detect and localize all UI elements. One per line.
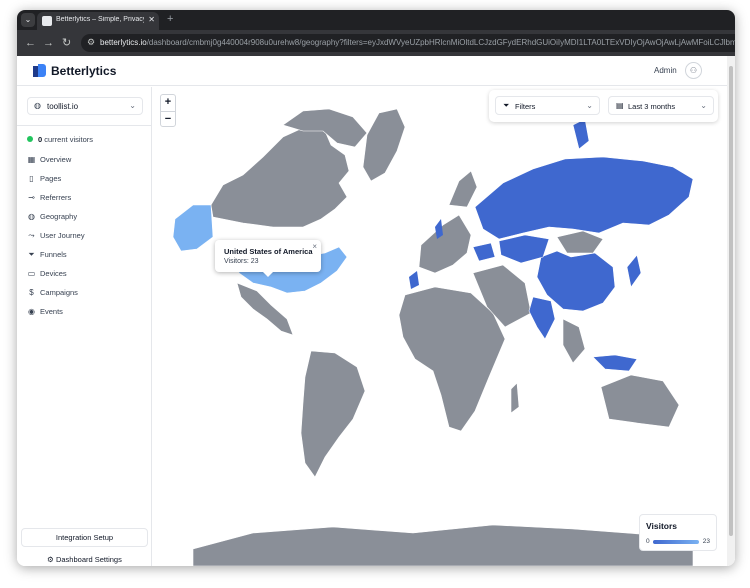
country-mongolia bbox=[556, 230, 604, 254]
sidebar-item-referrers[interactable]: ⊸ Referrers bbox=[27, 193, 145, 207]
country-greenland bbox=[362, 108, 406, 182]
country-antarctica bbox=[192, 524, 694, 566]
sidebar-item-funnels[interactable]: ⏷ Funnels bbox=[27, 250, 145, 264]
user-name: Admin bbox=[654, 66, 677, 75]
user-avatar-icon[interactable]: ⚇ bbox=[685, 62, 702, 79]
address-bar[interactable]: ⚙ betterlytics.io/dashboard/cmbmj0g44000… bbox=[81, 34, 735, 52]
country-portugal bbox=[409, 271, 419, 289]
chevron-down-icon: ⌄ bbox=[700, 101, 707, 110]
calendar-icon: ▤ bbox=[616, 101, 624, 110]
legend-max: 23 bbox=[702, 538, 710, 545]
grid-icon: ▦ bbox=[27, 155, 36, 164]
zoom-control: + − bbox=[160, 94, 176, 127]
filters-label: Filters bbox=[515, 102, 536, 111]
forward-icon[interactable]: → bbox=[43, 36, 54, 50]
link-icon: ⊸ bbox=[28, 193, 35, 202]
tab-close-icon[interactable]: ✕ bbox=[148, 15, 155, 24]
date-range-label: Last 3 months bbox=[628, 102, 676, 111]
world-map-svg[interactable] bbox=[153, 87, 727, 566]
sidebar-item-geography[interactable]: ◍ Geography bbox=[27, 212, 145, 226]
country-svalbard bbox=[572, 118, 590, 150]
live-dot-icon bbox=[27, 136, 33, 142]
dollar-icon: $ bbox=[29, 288, 34, 297]
country-alaska bbox=[172, 204, 214, 252]
country-russia bbox=[474, 156, 694, 240]
current-visitors: 0 current visitors bbox=[27, 135, 93, 144]
scrollbar-thumb[interactable] bbox=[729, 66, 733, 536]
chevron-down-icon: ⌄ bbox=[129, 101, 136, 110]
gear-icon: ⚙ bbox=[47, 555, 54, 564]
sidebar-item-pages[interactable]: ▯ Pages bbox=[27, 174, 145, 188]
legend-gradient bbox=[653, 540, 699, 544]
funnel-icon: ⏷ bbox=[503, 101, 510, 110]
chevron-down-icon: ⌄ bbox=[586, 101, 593, 110]
close-icon[interactable]: × bbox=[312, 242, 317, 251]
country-scandinavia bbox=[448, 170, 478, 208]
route-icon: ⤳ bbox=[28, 231, 35, 240]
funnel-icon: ⏷ bbox=[28, 250, 35, 259]
brand-name[interactable]: Betterlytics bbox=[51, 64, 116, 78]
sidebar: ◍ toollist.io ⌄ 0 current visitors ▦ Over… bbox=[17, 87, 152, 566]
play-circle-icon: ◉ bbox=[28, 307, 35, 316]
legend-title: Visitors bbox=[646, 521, 678, 531]
site-name: toollist.io bbox=[47, 102, 79, 111]
filters-button[interactable]: ⏷ Filters ⌄ bbox=[495, 96, 600, 115]
zoom-out-button[interactable]: − bbox=[161, 111, 175, 127]
globe-icon: ◍ bbox=[28, 212, 35, 221]
site-selector[interactable]: ◍ toollist.io ⌄ bbox=[27, 97, 143, 115]
dashboard-settings-button[interactable]: ⚙ Dashboard Settings bbox=[21, 551, 148, 566]
divider bbox=[17, 125, 152, 126]
browser-tab[interactable]: Betterlytics – Simple, Privacy-Fr ✕ bbox=[37, 12, 159, 30]
site-info-icon[interactable]: ⚙ bbox=[87, 37, 97, 48]
reload-icon[interactable]: ↻ bbox=[62, 36, 71, 50]
country-japan bbox=[626, 254, 642, 288]
country-canada bbox=[210, 126, 350, 228]
file-icon: ▯ bbox=[29, 174, 34, 183]
country-brazil bbox=[300, 350, 366, 478]
favicon-icon bbox=[42, 16, 52, 26]
nav-bar: ← → ↻ ⚙ betterlytics.io/dashboard/cmbmj0… bbox=[17, 30, 735, 56]
tab-search-icon[interactable]: ⌄ bbox=[21, 13, 35, 27]
country-ukraine bbox=[472, 242, 496, 262]
country-se-asia bbox=[562, 318, 586, 364]
sidebar-item-events[interactable]: ◉ Events bbox=[27, 307, 145, 321]
tooltip-visitors: Visitors: 23 bbox=[224, 258, 259, 265]
integration-setup-button[interactable]: Integration Setup bbox=[21, 528, 148, 547]
globe-icon: ◍ bbox=[34, 101, 41, 110]
smartphone-icon: ▭ bbox=[27, 269, 36, 278]
app: Betterlytics Admin ⚇ ◍ toollist.io ⌄ 0 c… bbox=[17, 56, 735, 566]
country-indonesia bbox=[592, 354, 638, 372]
country-australia bbox=[600, 374, 680, 428]
betterlytics-logo-icon[interactable] bbox=[33, 64, 46, 77]
country-india bbox=[528, 296, 556, 340]
tab-bar: ⌄ Betterlytics – Simple, Privacy-Fr ✕ + bbox=[17, 10, 735, 30]
zoom-in-button[interactable]: + bbox=[161, 95, 175, 111]
back-icon[interactable]: ← bbox=[25, 36, 36, 50]
url-text: betterlytics.io/dashboard/cmbmj0g440004r… bbox=[100, 38, 735, 47]
country-tooltip: United States of America Visitors: 23 × bbox=[215, 240, 321, 277]
sidebar-item-user-journey[interactable]: ⤳ User Journey bbox=[27, 231, 145, 245]
sidebar-item-campaigns[interactable]: $ Campaigns bbox=[27, 288, 145, 302]
tooltip-country: United States of America bbox=[224, 247, 313, 256]
country-madagascar bbox=[510, 382, 520, 414]
sidebar-item-overview[interactable]: ▦ Overview bbox=[27, 155, 145, 169]
date-range-button[interactable]: ▤ Last 3 months ⌄ bbox=[608, 96, 714, 115]
tab-title: Betterlytics – Simple, Privacy-Fr bbox=[56, 16, 144, 23]
filter-panel: ⏷ Filters ⌄ ▤ Last 3 months ⌄ bbox=[489, 90, 718, 122]
map-legend: Visitors 0 23 bbox=[639, 514, 717, 551]
world-map[interactable]: + − ⏷ Filters ⌄ ▤ Last 3 months ⌄ United… bbox=[153, 87, 727, 566]
app-header: Betterlytics Admin ⚇ bbox=[17, 56, 735, 86]
legend-min: 0 bbox=[646, 538, 650, 545]
sidebar-item-devices[interactable]: ▭ Devices bbox=[27, 269, 145, 283]
browser-window: ⌄ Betterlytics – Simple, Privacy-Fr ✕ + … bbox=[17, 10, 735, 566]
country-europe bbox=[418, 214, 472, 274]
new-tab-icon[interactable]: + bbox=[167, 13, 173, 25]
